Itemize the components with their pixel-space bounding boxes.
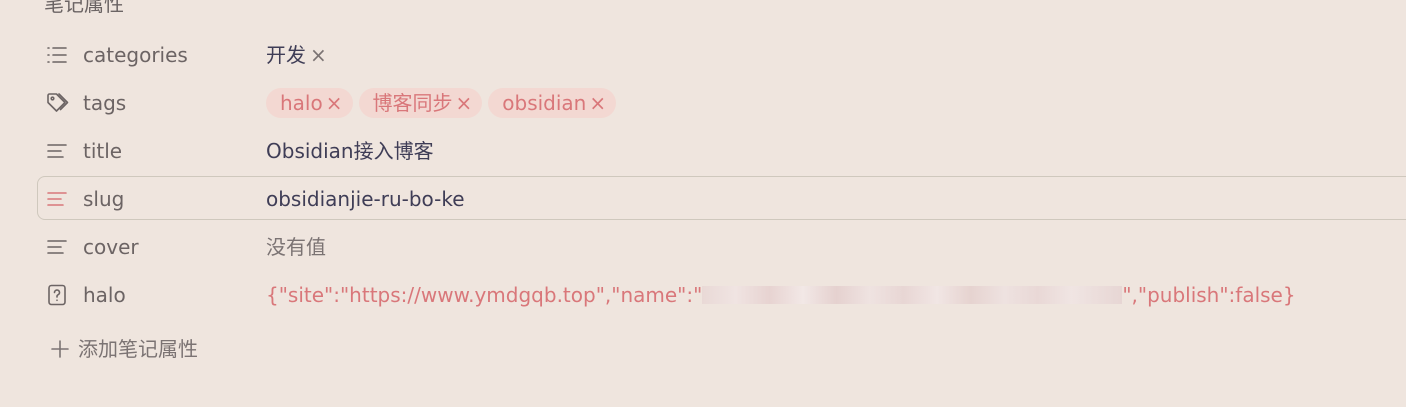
tag-label: 博客同步 — [372, 91, 453, 115]
text-icon[interactable] — [45, 139, 69, 163]
json-suffix: ","publish":false} — [1122, 283, 1296, 307]
plus-icon — [50, 339, 70, 359]
tag-label: halo — [280, 91, 323, 115]
property-key[interactable]: halo — [83, 283, 126, 307]
property-value-text[interactable]: obsidianjie-ru-bo-ke — [266, 187, 465, 211]
property-value-text[interactable]: Obsidian接入博客 — [266, 139, 434, 163]
remove-tag-button[interactable]: × — [456, 91, 473, 115]
unknown-type-icon[interactable] — [45, 283, 69, 307]
text-icon[interactable] — [45, 235, 69, 259]
redacted-name — [702, 286, 1123, 304]
property-key[interactable]: cover — [83, 235, 139, 259]
property-value-list[interactable]: 开发 × — [266, 43, 327, 67]
property-row-cover[interactable]: cover 没有值 — [37, 224, 1406, 268]
category-chip[interactable]: 开发 × — [266, 43, 327, 67]
tag-label: obsidian — [502, 91, 587, 115]
property-row-halo[interactable]: halo {"site":"https://www.ymdgqb.top","n… — [37, 272, 1406, 316]
tag-pill[interactable]: 博客同步 × — [358, 88, 483, 118]
add-property-button[interactable]: 添加笔记属性 — [50, 336, 198, 362]
property-row-categories[interactable]: categories 开发 × — [37, 32, 1406, 76]
property-key[interactable]: title — [83, 139, 122, 163]
remove-tag-button[interactable]: × — [589, 91, 606, 115]
text-icon[interactable] — [45, 187, 69, 211]
property-value-json[interactable]: {"site":"https://www.ymdgqb.top","name":… — [266, 283, 1296, 307]
property-value-empty[interactable]: 没有值 — [266, 235, 326, 259]
remove-category-button[interactable]: × — [310, 43, 327, 67]
property-row-slug[interactable]: slug obsidianjie-ru-bo-ke — [37, 176, 1406, 220]
remove-tag-button[interactable]: × — [326, 91, 343, 115]
property-key[interactable]: tags — [83, 91, 126, 115]
category-chip-label: 开发 — [266, 43, 306, 67]
tag-pill[interactable]: halo × — [266, 88, 353, 118]
panel-title: 笔记属性 — [44, 0, 124, 16]
add-property-label: 添加笔记属性 — [78, 337, 198, 361]
property-key[interactable]: categories — [83, 43, 188, 67]
property-value-tags[interactable]: halo × 博客同步 × obsidian × — [266, 88, 622, 121]
tag-pill[interactable]: obsidian × — [488, 88, 617, 118]
tags-icon[interactable] — [45, 91, 69, 115]
property-row-title[interactable]: title Obsidian接入博客 — [37, 128, 1406, 172]
list-icon[interactable] — [45, 43, 69, 67]
property-key[interactable]: slug — [83, 187, 124, 211]
property-row-tags[interactable]: tags halo × 博客同步 × obsidian × — [37, 80, 1406, 124]
json-prefix: {"site":"https://www.ymdgqb.top","name":… — [266, 283, 703, 307]
